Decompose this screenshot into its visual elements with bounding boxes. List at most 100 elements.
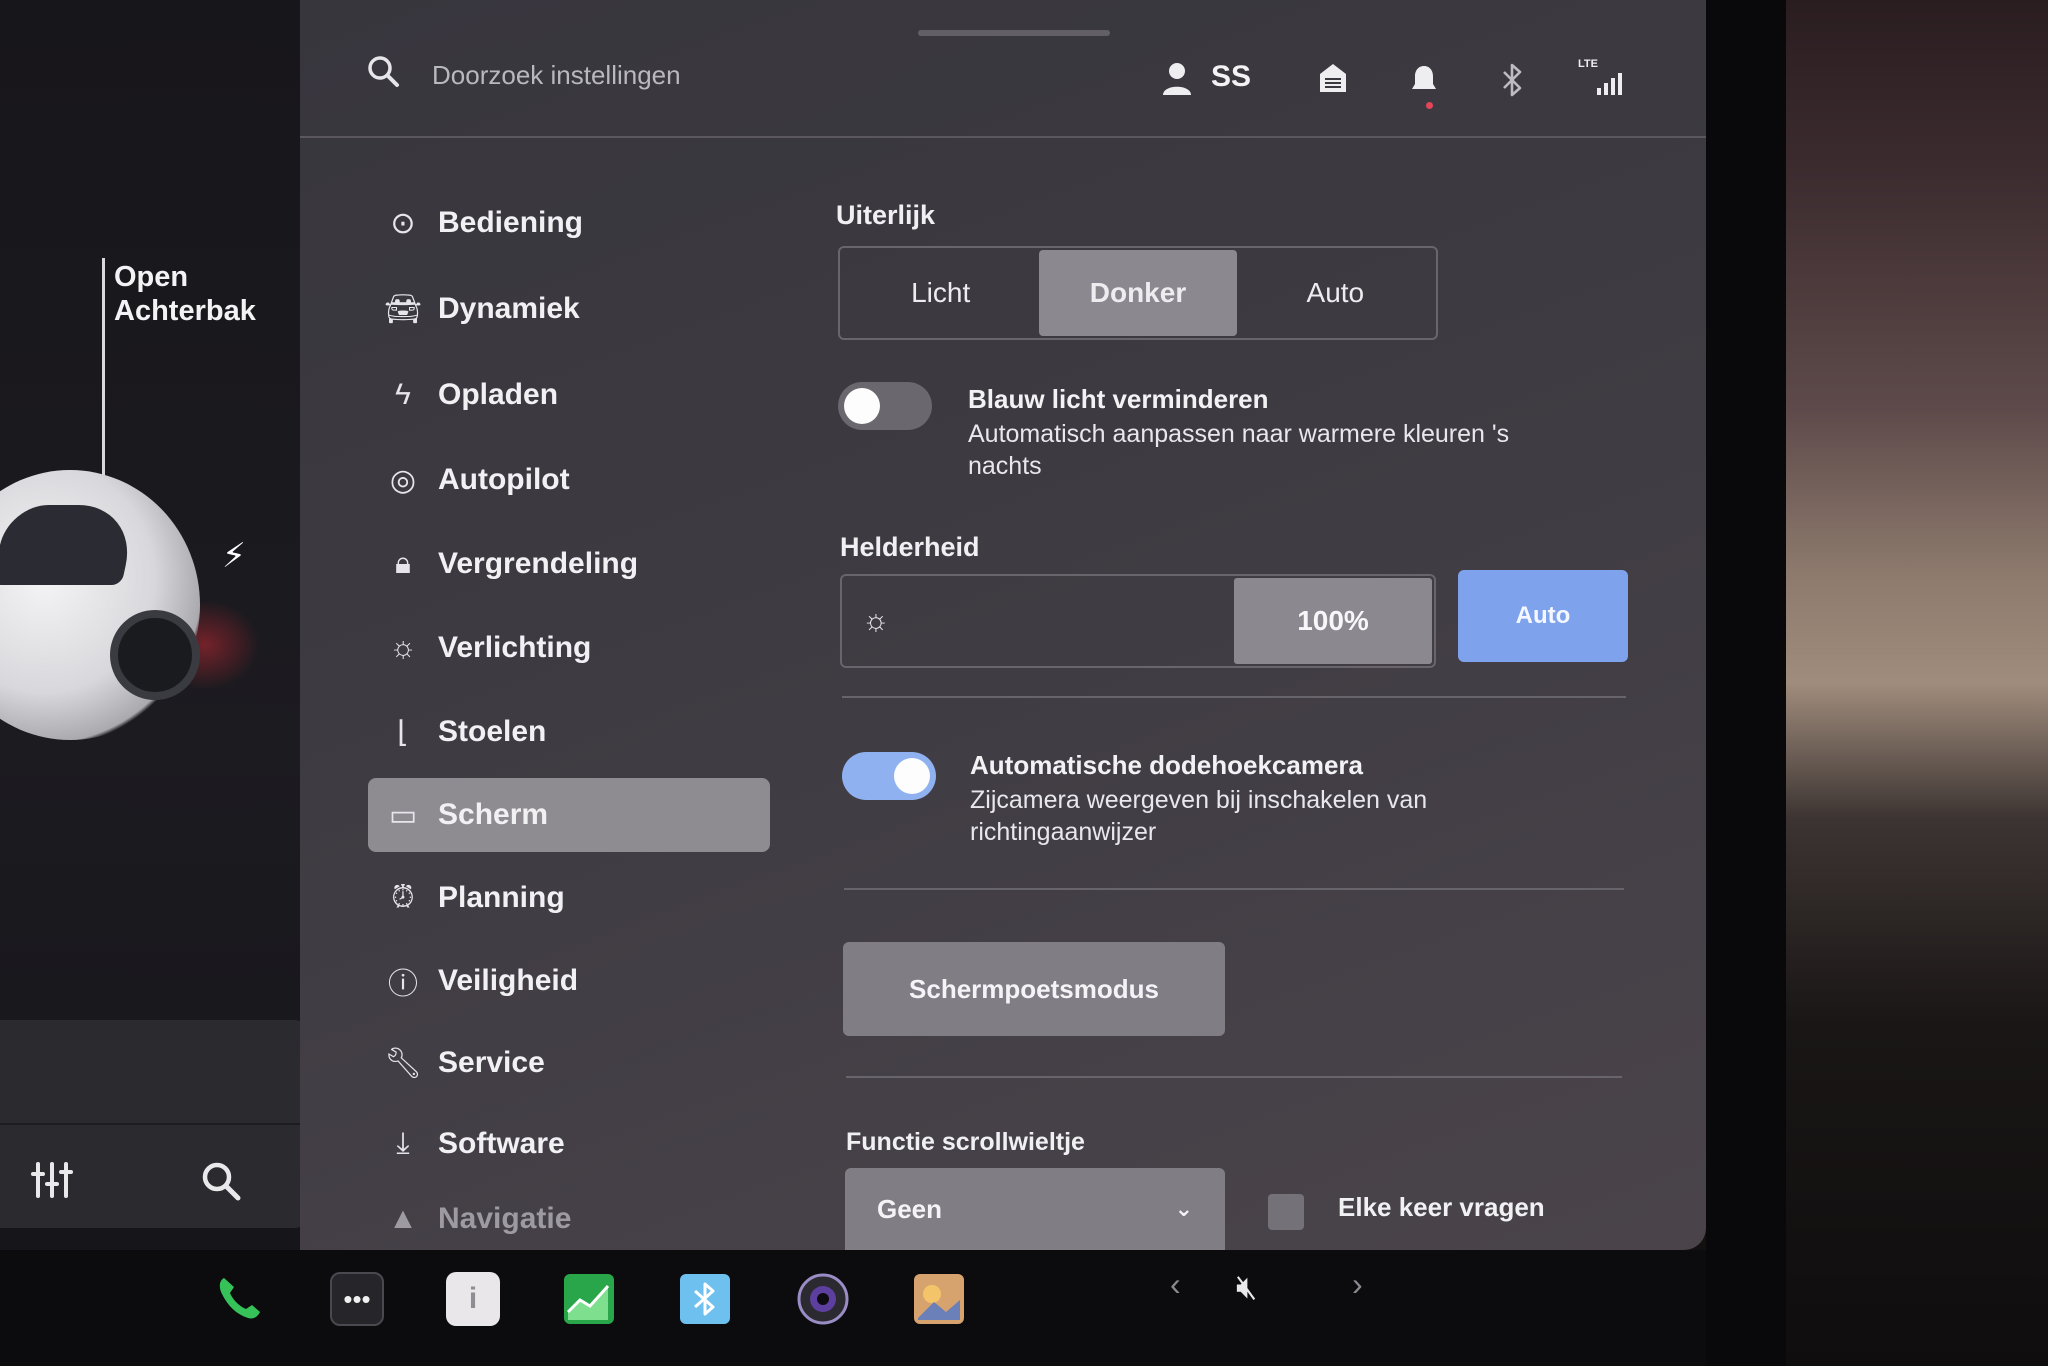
- blue-light-toggle[interactable]: [838, 382, 932, 430]
- car-quick-controls: [0, 1020, 305, 1228]
- navigation-arrow-icon: ▲: [388, 1202, 418, 1235]
- search-icon: [368, 56, 399, 87]
- lock-icon: 🔒︎: [395, 547, 411, 580]
- brightness-heading: Helderheid: [840, 532, 980, 562]
- display-icon: ▭: [388, 798, 418, 832]
- appearance-segmented-control: Licht Donker Auto: [838, 246, 1438, 340]
- scroll-wheel-function-dropdown[interactable]: Geen ⌄: [845, 1168, 1225, 1250]
- sidebar-item-stoelen[interactable]: ⌊ Stoelen: [368, 695, 770, 769]
- lte-label: LTE: [1578, 58, 1598, 70]
- blind-spot-camera-toggle[interactable]: [842, 752, 936, 800]
- sidebar-item-dynamiek[interactable]: 🚘︎ Dynamiek: [368, 272, 770, 346]
- sidebar-item-label: Opladen: [438, 378, 559, 411]
- brightness-slider[interactable]: ☼ 100%: [840, 574, 1436, 668]
- manual-icon[interactable]: i: [446, 1272, 500, 1326]
- settings-panel: SS LTE ⊙ Bediening 🚘︎ Dynamiek: [300, 0, 1706, 1250]
- sidebar-item-bediening[interactable]: ⊙ Bediening: [368, 186, 770, 260]
- garage-icon[interactable]: [1318, 62, 1348, 94]
- sidebar-item-opladen[interactable]: ϟ Opladen: [368, 358, 770, 432]
- screen-wipe-mode-button[interactable]: Schermpoetsmodus: [843, 942, 1225, 1036]
- sidebar-item-label: Dynamiek: [438, 292, 580, 325]
- lte-signal-icon[interactable]: [1596, 68, 1628, 96]
- sidebar-item-label: Vergrendeling: [438, 547, 639, 580]
- bluetooth-icon[interactable]: [1500, 62, 1524, 98]
- scroll-wheel-heading: Functie scrollwieltje: [846, 1128, 1085, 1156]
- brightness-value: 100%: [1234, 578, 1432, 664]
- controls-divider: [0, 1123, 305, 1125]
- car-icon: 🚘︎: [383, 292, 423, 326]
- wrench-icon: 🔧︎: [383, 1046, 423, 1080]
- alert-circle-icon: ⓘ: [388, 968, 418, 1001]
- sidebar-item-label: Scherm: [438, 798, 549, 831]
- bell-icon[interactable]: [1410, 64, 1438, 96]
- chevron-left-icon[interactable]: ‹: [1170, 1266, 1181, 1303]
- sidebar-item-planning[interactable]: ⏰︎ Planning: [368, 861, 770, 935]
- open-trunk-button[interactable]: Open Achterbak: [114, 260, 256, 328]
- sidebar-item-verlichting[interactable]: ☼ Verlichting: [368, 611, 770, 685]
- sidebar-item-navigatie[interactable]: ▲ Navigatie: [368, 1188, 770, 1250]
- top-bar: SS LTE: [300, 0, 1706, 138]
- screen-bezel: [1706, 0, 1786, 1366]
- mute-icon[interactable]: 🔇︎: [1236, 1268, 1257, 1307]
- alarm-clock-icon: ⏰︎: [391, 881, 415, 914]
- sidebar-item-service[interactable]: 🔧︎ Service: [368, 1026, 770, 1100]
- section-divider: [842, 696, 1626, 698]
- sidebar-item-label: Verlichting: [438, 631, 592, 664]
- sidebar-item-label: Stoelen: [438, 715, 547, 748]
- trunk-label-line1: Open: [114, 261, 189, 293]
- drag-handle[interactable]: [918, 30, 1110, 36]
- car-wheel: [110, 610, 200, 700]
- phone-icon[interactable]: [212, 1272, 266, 1326]
- section-divider: [846, 1076, 1622, 1078]
- chevron-right-icon[interactable]: ›: [1352, 1266, 1363, 1303]
- sidebar-item-label: Service: [438, 1046, 545, 1079]
- sidebar-item-label: Planning: [438, 881, 565, 914]
- download-icon: ⤓: [396, 1127, 410, 1160]
- sidebar-item-autopilot[interactable]: ◎ Autopilot: [368, 443, 770, 517]
- lightning-bolt-icon[interactable]: ⚡: [222, 536, 246, 576]
- sidebar-item-label: Bediening: [438, 206, 584, 239]
- sidebar-item-label: Software: [438, 1127, 565, 1160]
- blind-spot-camera-description: Zijcamera weergeven bij inschakelen van …: [970, 786, 1428, 846]
- scroll-wheel-selected-value: Geen: [877, 1193, 943, 1224]
- sidebar-item-label: Veiligheid: [438, 964, 579, 997]
- profile-icon[interactable]: [1162, 62, 1192, 96]
- sidebar-item-vergrendeling[interactable]: 🔒︎ Vergrendeling: [368, 527, 770, 601]
- blue-light-description: Automatisch aanpassen naar warmere kleur…: [968, 420, 1510, 480]
- blind-spot-camera-title: Automatische dodehoekcamera: [970, 750, 1364, 780]
- search-icon[interactable]: [200, 1160, 242, 1202]
- ask-every-time-label: Elke keer vragen: [1338, 1192, 1545, 1222]
- profile-initials[interactable]: SS: [1211, 60, 1251, 94]
- trunk-callout-line: [102, 258, 105, 483]
- lightning-icon: ϟ: [395, 378, 411, 411]
- seat-icon: ⌊: [397, 715, 409, 749]
- notification-dot: [1426, 102, 1433, 109]
- brightness-sun-icon: ☼: [862, 604, 890, 637]
- toybox-icon[interactable]: [912, 1272, 966, 1326]
- toggle-icon: ⊙: [390, 206, 416, 240]
- appearance-option-licht[interactable]: Licht: [842, 250, 1039, 336]
- toggle-knob: [894, 758, 930, 794]
- blue-light-title: Blauw licht verminderen: [968, 384, 1269, 414]
- sidebar-item-label: Autopilot: [438, 463, 570, 496]
- appearance-heading: Uiterlijk: [836, 200, 936, 230]
- camera-icon[interactable]: [796, 1272, 850, 1326]
- trunk-label-line2: Achterbak: [114, 295, 256, 327]
- appearance-option-donker[interactable]: Donker: [1039, 250, 1237, 336]
- settings-search-input[interactable]: [432, 55, 932, 95]
- sidebar-item-scherm[interactable]: ▭ Scherm: [368, 778, 770, 852]
- sun-icon: ☼: [389, 631, 417, 664]
- sidebar-item-label: Navigatie: [438, 1202, 572, 1235]
- section-divider: [844, 888, 1624, 890]
- sliders-icon[interactable]: [30, 1160, 76, 1200]
- ask-every-time-checkbox[interactable]: [1268, 1194, 1304, 1230]
- sidebar-item-veiligheid[interactable]: ⓘ Veiligheid: [368, 944, 770, 1018]
- bluetooth-app-icon[interactable]: [678, 1272, 732, 1326]
- brightness-auto-button[interactable]: Auto: [1458, 570, 1628, 662]
- steering-wheel-icon: ◎: [389, 463, 417, 497]
- appearance-option-auto[interactable]: Auto: [1237, 250, 1434, 336]
- energy-chart-icon[interactable]: [562, 1272, 616, 1326]
- sidebar-item-software[interactable]: ⤓ Software: [368, 1107, 770, 1181]
- more-icon[interactable]: •••: [330, 1272, 384, 1326]
- toggle-knob: [844, 388, 880, 424]
